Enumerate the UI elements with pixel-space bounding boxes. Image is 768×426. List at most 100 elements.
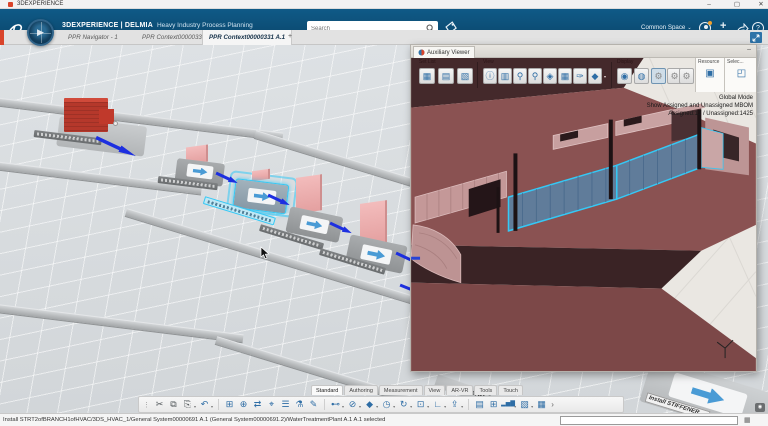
station-arrow-icon (306, 219, 324, 231)
plant-wall (0, 302, 244, 344)
dropdown-arrow-icon[interactable]: ▾ (194, 404, 196, 409)
dropdown-arrow-icon[interactable]: ▾ (211, 404, 213, 409)
group-label-display: Display (617, 59, 634, 65)
info-icon[interactable]: ⓘ (483, 68, 497, 84)
status-grid-icon[interactable]: ▦ (744, 416, 751, 424)
resource-icon[interactable]: ▣ (696, 68, 724, 79)
compass-button[interactable]: ▶ (27, 19, 54, 46)
selection-icon[interactable]: ◰ (725, 68, 756, 79)
route-icon[interactable]: ∟ (431, 397, 444, 412)
add-tab-button[interactable]: + (288, 33, 292, 40)
section-tab-authoring[interactable]: Authoring (344, 385, 378, 395)
flow-node-icon[interactable]: ⊷ (329, 397, 342, 412)
dropdown-arrow-icon[interactable]: ▾ (376, 404, 378, 409)
structure-icon[interactable]: ▦ (558, 68, 572, 84)
bar-chart-icon[interactable]: ▂▅▇ (501, 397, 515, 412)
gate-icon[interactable]: ◆ (363, 397, 376, 412)
dropdown-arrow-icon[interactable]: ▾ (427, 404, 429, 409)
mouse-cursor (260, 246, 270, 260)
dropdown-arrow-icon[interactable]: ▾ (410, 404, 412, 409)
close-button[interactable]: ✕ (754, 0, 768, 9)
probe-icon[interactable]: ⚗ (293, 397, 306, 412)
edit-pencil-icon[interactable]: ✎ (307, 397, 320, 412)
section-tab-touch[interactable]: Touch (498, 385, 523, 395)
gantt-icon[interactable]: ▧ (518, 397, 531, 412)
dropdown-arrow-icon[interactable]: ▾ (514, 404, 516, 409)
aux-toolbar: Set List ▦ ▤ ▧ View ⓘ ▥ ⚲ ⚲ ◈ ▦ ✑ ◆ ▾ Di… (411, 58, 756, 92)
cube-mode-icon[interactable]: ◆ (588, 68, 602, 84)
simulation-icon[interactable]: ⊡ (414, 397, 427, 412)
dropdown-arrow-icon[interactable]: ▾ (393, 404, 395, 409)
table-icon[interactable]: ▤ (473, 397, 486, 412)
instantiate-icon[interactable]: ⊕ (237, 397, 250, 412)
toolbar-separator (468, 399, 470, 410)
play-icon: ▶ (37, 27, 44, 37)
dropdown-arrow-icon[interactable]: ▾ (342, 404, 344, 409)
command-input[interactable] (560, 416, 738, 425)
table-add-icon[interactable]: ⊞ (487, 397, 500, 412)
globe-display-icon[interactable]: ◉ (617, 68, 632, 84)
aux-title-tab[interactable]: Auxiliary Viewer (413, 46, 475, 58)
copy-icon[interactable]: ⧉ (167, 397, 180, 412)
export-icon[interactable]: ⇪ (448, 397, 461, 412)
report-icon[interactable]: ▦ (535, 397, 548, 412)
toolbar-separator (324, 399, 326, 410)
tab-ppr-navigator[interactable]: PPR Navigator - 1 (68, 34, 118, 41)
section-tab-standard[interactable]: Standard (311, 385, 344, 395)
section-tab-bar: Standard Authoring Measurement View AR-V… (311, 385, 524, 395)
undo-icon[interactable]: ↶ (198, 397, 211, 412)
group-label-set-list: Set List (419, 59, 436, 65)
work-instructions-icon[interactable]: ☰ (279, 397, 292, 412)
expand-view-button[interactable] (750, 32, 762, 43)
paste-icon[interactable]: ⎘ (181, 397, 194, 412)
accent-strip (0, 30, 4, 45)
dropdown-arrow-icon[interactable]: ▾ (461, 404, 463, 409)
toolbar-separator (477, 62, 478, 88)
status-bar: Install STRT2ofBRANCH1ofHVAC/3DS_HVAC_1/… (0, 413, 768, 426)
search-model-icon[interactable]: ⚲ (513, 68, 527, 84)
cube-view-icon[interactable]: ◈ (543, 68, 557, 84)
constraint-icon[interactable]: ⊘ (346, 397, 359, 412)
search-scope-icon[interactable]: ⌖ (265, 397, 278, 412)
aux-3d-scene[interactable]: Set List ▦ ▤ ▧ View ⓘ ▥ ⚲ ⚲ ◈ ▦ ✑ ◆ ▾ Di… (411, 58, 756, 371)
dropdown-arrow-icon[interactable]: ▾ (604, 74, 606, 79)
document-tab-bar: PPR Navigator - 1 PPR Context00000331 PP… (0, 30, 768, 45)
aux-titlebar[interactable]: Auxiliary Viewer – (411, 45, 756, 58)
set-list-view-icon[interactable]: ▤ (438, 68, 454, 84)
section-tab-arvr[interactable]: AR-VR (446, 385, 474, 395)
station-arrow-icon (192, 167, 208, 177)
loop-icon[interactable]: ↻ (397, 397, 410, 412)
swap-resources-icon[interactable]: ⇄ (251, 397, 264, 412)
cut-icon[interactable]: ✂ (153, 397, 166, 412)
set-list-table-icon[interactable]: ▦ (419, 68, 435, 84)
zoom-model-icon[interactable]: ⚲ (528, 68, 542, 84)
tab-ppr-context-2-active[interactable]: PPR Context00000331 A.1 (202, 30, 293, 45)
globe-partial-icon[interactable]: ◍ (634, 68, 649, 84)
bars-icon[interactable]: ▥ (498, 68, 512, 84)
tab-ppr-context-1[interactable]: PPR Context00000331 (142, 34, 205, 41)
group-label-resource: Resource (698, 59, 720, 65)
assign-item-icon[interactable]: ⊞ (223, 397, 236, 412)
dropdown-arrow-icon[interactable]: ▾ (531, 404, 533, 409)
group-label-selection: Selec... (727, 59, 744, 65)
paint-icon[interactable]: ✑ (573, 68, 587, 84)
viewport-corner-icon[interactable]: ◉ (755, 403, 765, 412)
dropdown-arrow-icon[interactable]: ▾ (359, 404, 361, 409)
machine-dial (113, 121, 118, 126)
time-analysis-icon[interactable]: ◷ (380, 397, 393, 412)
assembly-mode-icon[interactable]: ⚙ (651, 68, 666, 84)
maximize-button[interactable]: ▢ (730, 0, 744, 9)
toolbar-drag-handle[interactable]: ⋮ (143, 401, 150, 409)
set-list-snapshot-icon[interactable]: ▧ (457, 68, 473, 84)
dropdown-arrow-icon[interactable]: ▾ (444, 404, 446, 409)
aux-minimize-button[interactable]: – (747, 46, 751, 53)
assembly-mode3-icon[interactable]: ⚙ (679, 68, 694, 84)
brand-row: 3DEXPERIENCE | DELMIA Heavy Industry Pro… (62, 22, 253, 29)
aux-mode-label: Global Mode (718, 95, 753, 101)
section-tab-measurement[interactable]: Measurement (378, 385, 423, 395)
toolbar-overflow-button[interactable]: › (551, 400, 554, 409)
section-tab-view[interactable]: View (423, 385, 446, 395)
section-tab-tools[interactable]: Tools (474, 385, 498, 395)
minimize-button[interactable]: – (702, 0, 716, 9)
aux-counts-label: Assigned:12 / Unassigned:1425 (668, 111, 753, 117)
